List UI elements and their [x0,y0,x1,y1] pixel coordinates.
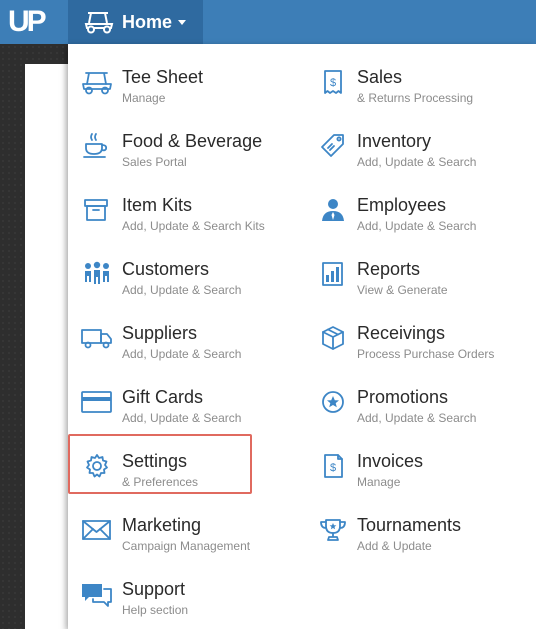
home-menu-button[interactable]: Home [68,0,203,44]
menu-item-settings[interactable]: Settings & Preferences [68,434,298,490]
menu-item-title: Suppliers [122,323,198,343]
menu-item-subtitle: Add, Update & Search [357,155,477,169]
menu-item-title: Customers [122,259,210,279]
menu-item-title: Support [122,579,186,599]
menu-item-subtitle: Add, Update & Search [122,347,242,361]
menu-item-title: Promotions [357,387,449,407]
menu-item-title: Item Kits [122,195,193,215]
gear-icon [80,452,114,480]
menu-item-title: Receivings [357,323,446,343]
svg-text:$: $ [330,462,336,474]
menu-item-subtitle: & Preferences [122,475,199,489]
truck-icon [80,324,114,352]
menu-item-title: Employees [357,195,447,215]
svg-text:$: $ [330,77,336,89]
menu-item-title: Gift Cards [122,387,204,407]
menu-item-subtitle: View & Generate [357,283,448,297]
menu-item-title: Sales [357,67,403,87]
menu-item-receivings[interactable]: Receivings Process Purchase Orders [303,306,533,362]
menu-item-subtitle: Sales Portal [122,155,187,169]
menu-item-gift-cards[interactable]: Gift Cards Add, Update & Search [68,370,298,426]
menu-item-subtitle: Process Purchase Orders [357,347,495,361]
menu-item-employees[interactable]: Employees Add, Update & Search [303,178,533,234]
menu-item-promotions[interactable]: Promotions Add, Update & Search [303,370,533,426]
tag-icon [316,132,350,160]
menu-item-subtitle: Add, Update & Search [357,219,477,233]
golf-cart-icon [84,12,114,34]
app-logo[interactable]: UP [8,4,56,40]
menu-item-title: Food & Beverage [122,131,263,151]
employee-icon [316,196,350,224]
menu-item-subtitle: Manage [122,91,166,105]
menu-item-title: Reports [357,259,421,279]
menu-item-subtitle: Manage [357,475,401,489]
menu-item-title: Invoices [357,451,424,471]
home-dropdown-menu: Tee Sheet Manage Food & Beverage Sales P… [68,44,536,629]
menu-item-subtitle: Add, Update & Search Kits [122,219,265,233]
menu-item-title: Settings [122,451,188,471]
home-label: Home [122,11,173,32]
menu-item-customers[interactable]: Customers Add, Update & Search [68,242,298,298]
report-icon [316,260,350,288]
menu-item-inventory[interactable]: Inventory Add, Update & Search [303,114,533,170]
menu-item-subtitle: Campaign Management [122,539,251,553]
caret-down-icon [178,19,187,25]
menu-item-subtitle: Help section [122,603,189,617]
star-badge-icon [316,388,350,416]
menu-item-tournaments[interactable]: Tournaments Add & Update [303,498,533,554]
menu-item-title: Marketing [122,515,202,535]
credit-card-icon [80,388,114,416]
box-icon [80,196,114,224]
receipt-icon: $ [316,68,350,96]
trophy-icon [316,516,350,544]
coffee-cup-icon [80,132,114,160]
chat-bubbles-icon [80,580,114,608]
menu-item-title: Tee Sheet [122,67,204,87]
menu-item-subtitle: Add & Update [357,539,432,553]
menu-item-subtitle: Add, Update & Search [357,411,477,425]
menu-item-subtitle: Add, Update & Search [122,411,242,425]
package-icon [316,324,350,352]
invoice-icon: $ [316,452,350,480]
menu-item-food-beverage[interactable]: Food & Beverage Sales Portal [68,114,298,170]
envelope-icon [80,516,114,544]
menu-item-subtitle: & Returns Processing [357,91,474,105]
menu-item-marketing[interactable]: Marketing Campaign Management [68,498,298,554]
menu-item-suppliers[interactable]: Suppliers Add, Update & Search [68,306,298,362]
menu-item-title: Inventory [357,131,432,151]
golf-cart-icon [80,68,114,96]
people-icon [80,260,114,288]
menu-item-invoices[interactable]: $ Invoices Manage [303,434,533,490]
menu-item-support[interactable]: Support Help section [68,562,298,618]
menu-item-title: Tournaments [357,515,462,535]
menu-item-item-kits[interactable]: Item Kits Add, Update & Search Kits [68,178,298,234]
menu-item-tee-sheet[interactable]: Tee Sheet Manage [68,50,298,106]
menu-item-subtitle: Add, Update & Search [122,283,242,297]
top-navigation-bar: UP Home [0,0,536,44]
menu-item-reports[interactable]: Reports View & Generate [303,242,533,298]
menu-item-sales[interactable]: $ Sales & Returns Processing [303,50,533,106]
